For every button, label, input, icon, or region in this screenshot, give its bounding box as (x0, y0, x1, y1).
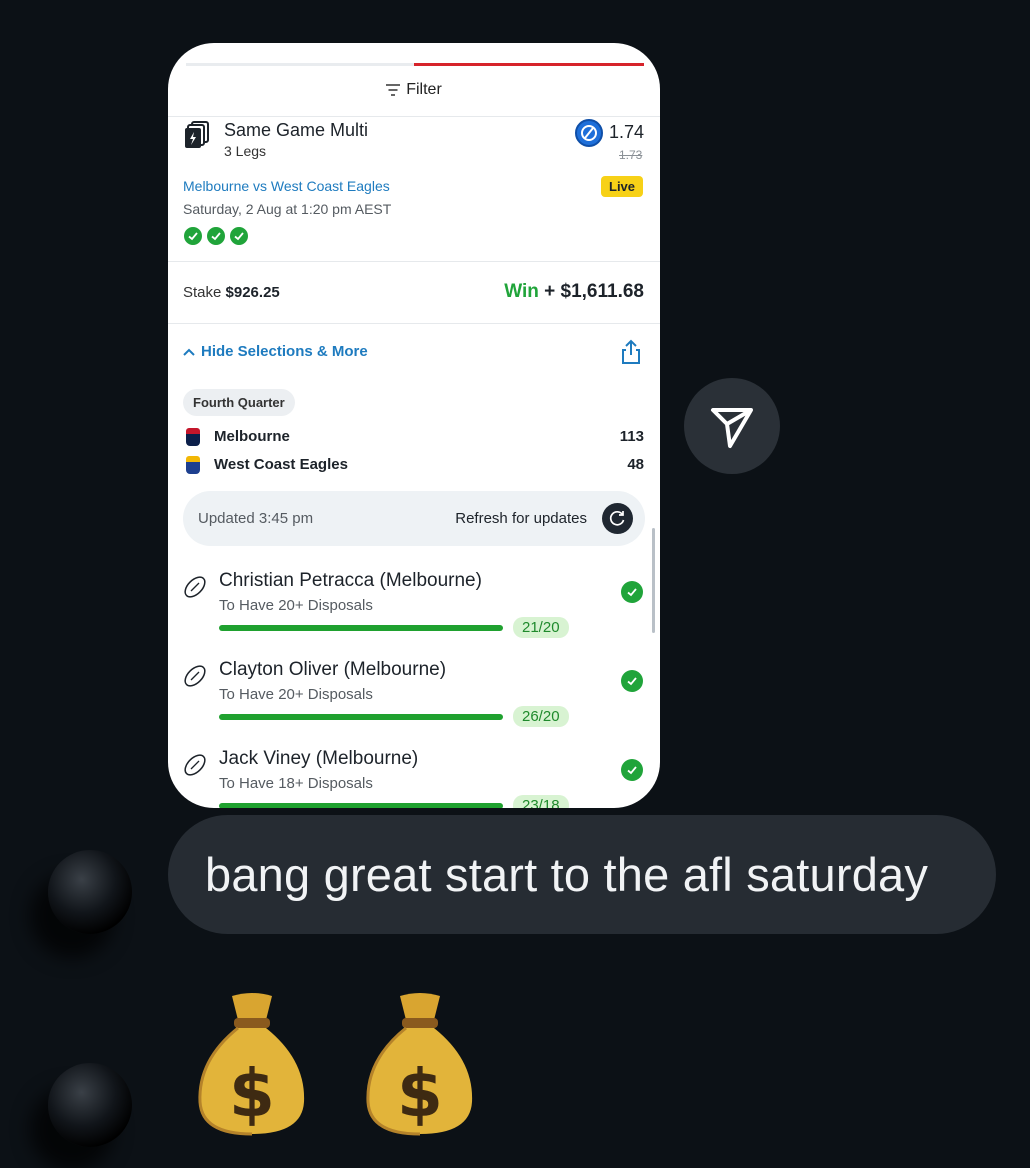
paper-plane-icon (711, 408, 753, 448)
jersey-icon (186, 428, 200, 446)
divider (168, 261, 660, 262)
send-button[interactable] (684, 378, 780, 474)
hide-selections-label: Hide Selections & More (201, 343, 368, 360)
chevron-up-icon (183, 348, 195, 356)
progress-count: 23/18 (513, 795, 569, 808)
progress-count: 21/20 (513, 617, 569, 638)
emoji-message[interactable]: $ $ (192, 990, 528, 1138)
match-link[interactable]: Melbourne vs West Coast Eagles (183, 178, 390, 194)
check-icon (621, 759, 643, 781)
stake-value: $926.25 (225, 284, 280, 301)
football-icon (184, 665, 206, 687)
quarter-badge: Fourth Quarter (183, 389, 295, 416)
progress-bar (219, 625, 503, 631)
team-score: 113 (619, 428, 644, 445)
message-bubble[interactable]: bang great start to the afl saturday (168, 815, 996, 934)
hide-selections-toggle[interactable]: Hide Selections & More (183, 343, 368, 360)
stake-label: Stake (183, 284, 222, 301)
leg-item: Jack Viney (Melbourne) To Have 18+ Dispo… (168, 748, 660, 808)
filter-icon (386, 84, 401, 96)
progress-bar (219, 714, 503, 720)
football-icon (184, 754, 206, 776)
player-name: Jack Viney (Melbourne) (219, 748, 419, 769)
team-score: 48 (627, 456, 644, 473)
legs-count: 3 Legs (224, 143, 267, 159)
svg-text:$: $ (397, 1055, 443, 1132)
previous-odds: 1.73 (619, 148, 643, 162)
refresh-icon (609, 510, 625, 526)
check-icon (229, 226, 249, 246)
legs-status-ticks (183, 226, 252, 246)
win-value: + $1,611.68 (544, 281, 644, 302)
tab-underline-active (414, 63, 644, 66)
shared-bet-card[interactable]: Filter Same Game Multi 3 Legs 1.74 1.73 … (168, 43, 660, 808)
refresh-label[interactable]: Refresh for updates (455, 510, 587, 527)
check-icon (183, 226, 203, 246)
share-icon[interactable] (620, 339, 642, 365)
bet-type-title: Same Game Multi (224, 120, 369, 140)
check-icon (621, 581, 643, 603)
football-icon (184, 576, 206, 598)
team-name: West Coast Eagles (214, 456, 348, 473)
refresh-button[interactable] (602, 503, 633, 534)
match-date: Saturday, 2 Aug at 1:20 pm AEST (183, 201, 392, 217)
svg-text:$: $ (229, 1055, 275, 1132)
filter-label: Filter (406, 81, 442, 98)
leg-market: To Have 18+ Disposals (219, 775, 373, 792)
check-icon (206, 226, 226, 246)
player-name: Christian Petracca (Melbourne) (219, 570, 482, 591)
win-amount: Win + $1,611.68 (504, 281, 644, 303)
message-text: bang great start to the afl saturday (205, 848, 929, 901)
divider (168, 116, 660, 117)
live-badge: Live (601, 176, 644, 197)
team-name: Melbourne (214, 428, 290, 445)
stake: Stake $926.25 (183, 284, 280, 301)
player-name: Clayton Oliver (Melbourne) (219, 659, 447, 680)
leg-market: To Have 20+ Disposals (219, 686, 373, 703)
money-bag-icon: $ (366, 993, 473, 1136)
odds-value: 1.74 (609, 122, 645, 142)
update-bar: Updated 3:45 pm Refresh for updates (183, 491, 645, 546)
progress-count: 26/20 (513, 706, 569, 727)
avatar[interactable] (48, 850, 132, 934)
check-icon (621, 670, 643, 692)
progress-bar (219, 803, 503, 808)
money-bag-icon: $ (198, 993, 305, 1136)
jersey-icon (186, 456, 200, 474)
win-label: Win (504, 281, 539, 302)
divider (168, 323, 660, 324)
leg-item: Clayton Oliver (Melbourne) To Have 20+ D… (168, 659, 660, 739)
leg-item: Christian Petracca (Melbourne) To Have 2… (168, 570, 660, 650)
odds-boost-icon (575, 119, 603, 147)
same-game-multi-icon (185, 121, 209, 148)
filter-button[interactable]: Filter (168, 81, 660, 99)
avatar[interactable] (48, 1063, 132, 1147)
updated-time: Updated 3:45 pm (198, 510, 314, 527)
leg-market: To Have 20+ Disposals (219, 597, 373, 614)
